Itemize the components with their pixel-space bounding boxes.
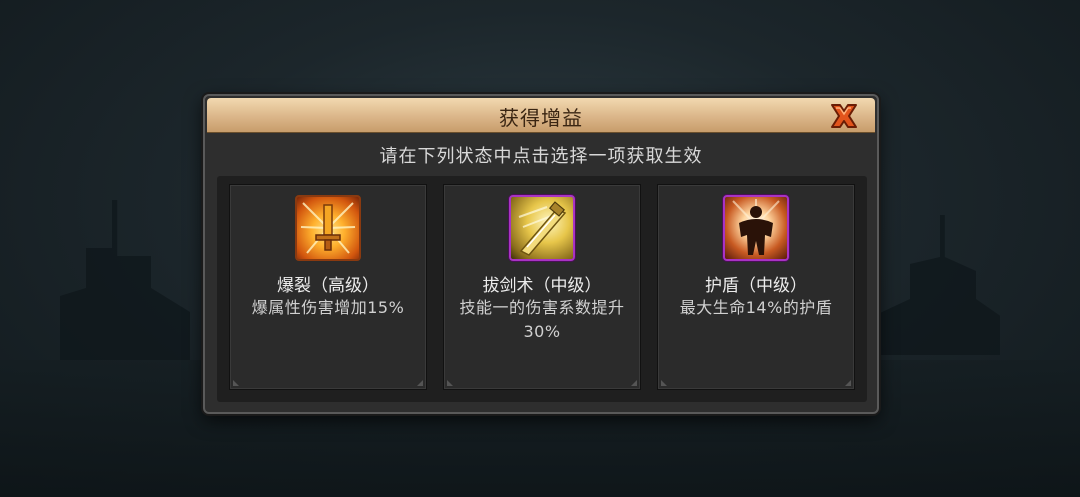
buff-name: 爆裂（高级） (277, 276, 379, 296)
card-corner-decoration (233, 380, 239, 386)
buff-selection-dialog: 获得增益 请在下列状态中点击选择一项获取生效 爆裂（高级） 爆属性伤害增加15%… (203, 94, 879, 414)
buff-card-container: 爆裂（高级） 爆属性伤害增加15% 拔剑术（中级） 技能一的伤害系数提升30% (217, 176, 867, 402)
card-corner-decoration (447, 380, 453, 386)
buff-icon-frame (509, 195, 575, 261)
sword-draw-icon (518, 201, 567, 256)
buff-description: 爆属性伤害增加15% (251, 298, 405, 317)
background-ship-right (880, 215, 1000, 355)
buff-card-sword-draw[interactable]: 拔剑术（中级） 技能一的伤害系数提升30% (443, 184, 641, 390)
close-x-icon (831, 104, 857, 128)
buff-name: 拔剑术（中级） (482, 276, 602, 296)
buff-name: 护盾（中级） (705, 276, 807, 296)
buff-icon-frame (723, 195, 789, 261)
card-corner-decoration (661, 380, 667, 386)
buff-card-shield[interactable]: 护盾（中级） 最大生命14%的护盾 (657, 184, 855, 390)
buff-card-burst[interactable]: 爆裂（高级） 爆属性伤害增加15% (229, 184, 427, 390)
dialog-title: 获得增益 (499, 106, 583, 130)
dialog-title-bar: 获得增益 (207, 98, 875, 133)
card-corner-decoration (845, 380, 851, 386)
card-corner-decoration (631, 380, 637, 386)
shield-warrior-icon (732, 199, 780, 255)
buff-description: 最大生命14%的护盾 (679, 298, 833, 317)
buff-icon-frame (295, 195, 361, 261)
background-ship-left (60, 200, 190, 360)
dialog-instruction: 请在下列状态中点击选择一项获取生效 (379, 146, 703, 167)
buff-description: 技能一的伤害系数提升30% (459, 298, 625, 341)
card-corner-decoration (417, 380, 423, 386)
sword-burst-icon (300, 202, 356, 254)
close-button[interactable] (827, 101, 861, 131)
